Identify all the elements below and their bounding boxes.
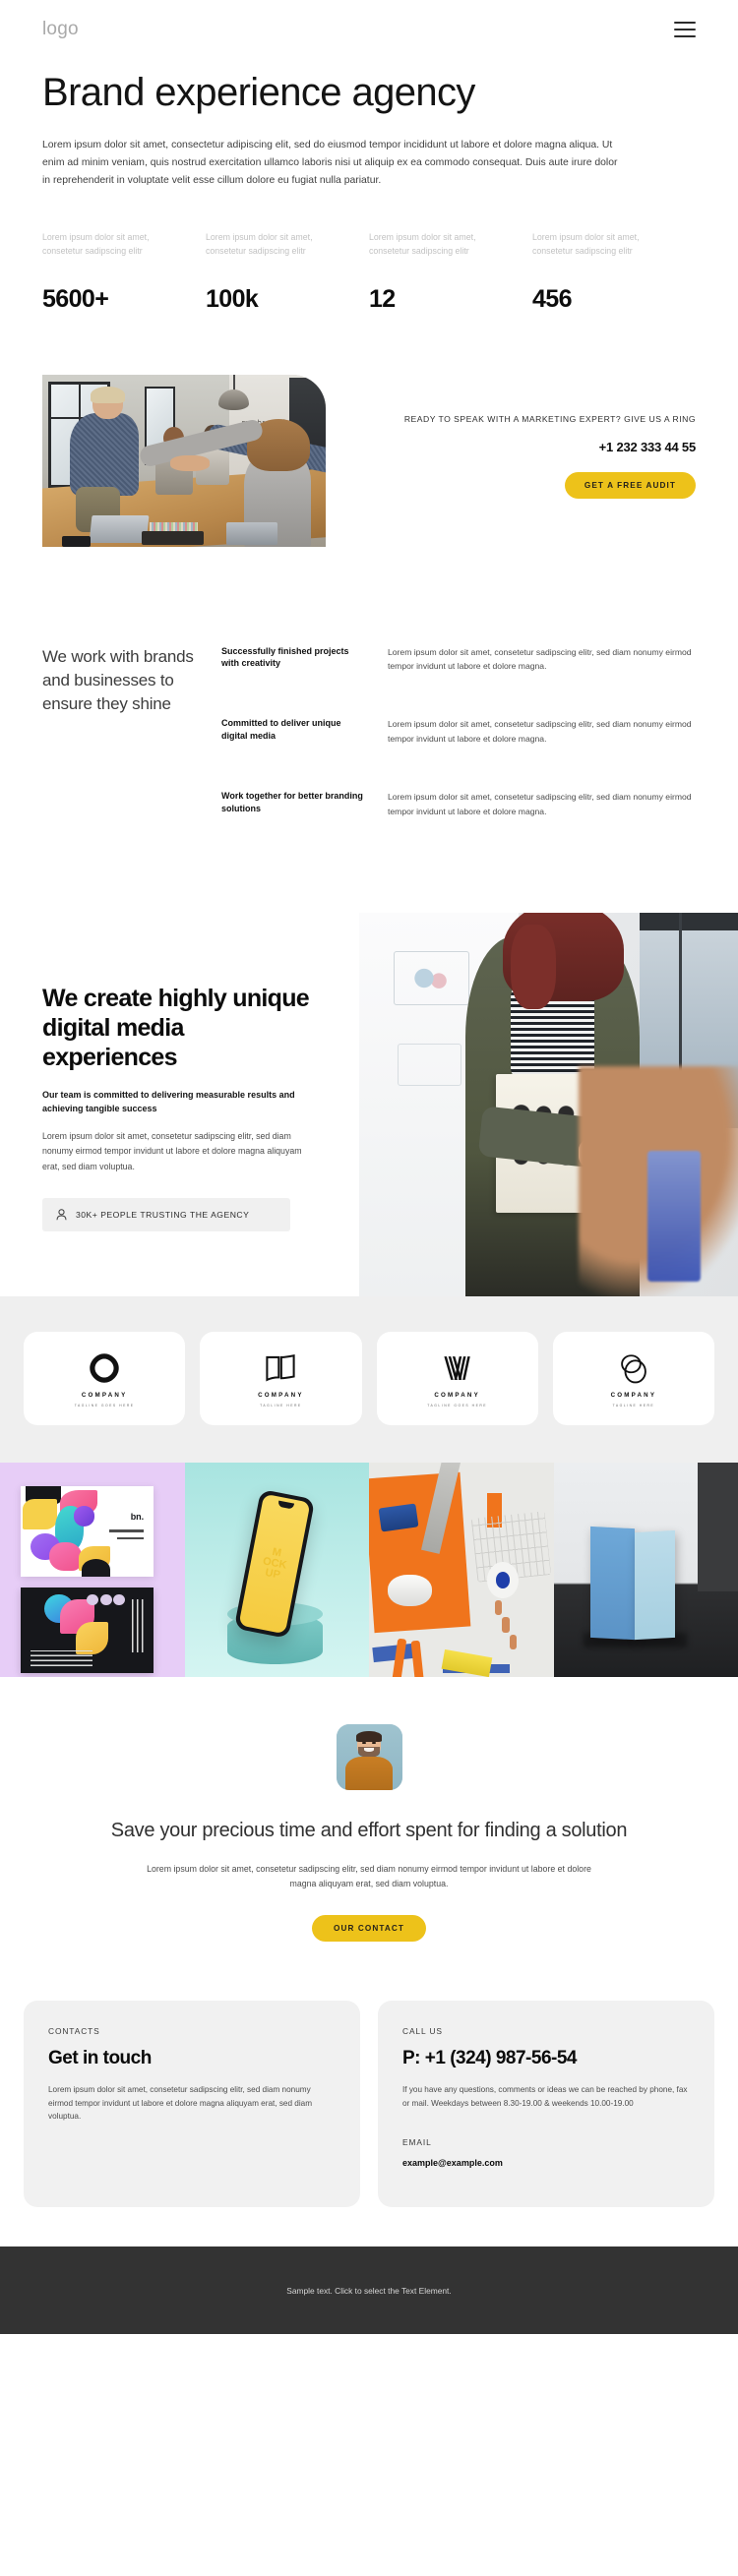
call-us-eyebrow: CALL US	[402, 2026, 443, 2037]
footer-bar: Sample text. Click to select the Text El…	[0, 2247, 738, 2335]
stat-number: 12	[369, 284, 396, 313]
logo-company-name: COMPANY	[81, 1392, 128, 1400]
handshake-meeting-photo: mashroomó	[42, 374, 326, 547]
portfolio-gallery: bn. M OCK UP	[0, 1463, 738, 1678]
email-eyebrow: EMAIL	[402, 2137, 432, 2148]
contacts-title: Get in touch	[48, 2048, 152, 2069]
gallery-item-phone-mockup[interactable]: M OCK UP	[184, 1463, 369, 1678]
stat-item: Lorem ipsum dolor sit amet, consetetur s…	[42, 231, 206, 313]
call-us-phone[interactable]: P: +1 (324) 987-56-54	[402, 2048, 690, 2069]
landing-page: logo Brand experience agency Lorem ipsum…	[0, 0, 738, 2335]
get-free-audit-button[interactable]: GET A FREE AUDIT	[564, 472, 696, 500]
stats-row: Lorem ipsum dolor sit amet, consetetur s…	[0, 190, 738, 313]
work-with-item-description: Lorem ipsum dolor sit amet, consetetur s…	[388, 719, 692, 744]
footer-text[interactable]: Sample text. Click to select the Text El…	[286, 2286, 451, 2296]
people-trusting-badge[interactable]: 30K+ PEOPLE TRUSTING THE AGENCY	[42, 1197, 290, 1231]
overlapping-circles-logo-icon	[617, 1349, 650, 1387]
work-with-item-description: Lorem ipsum dolor sit amet, consetetur s…	[388, 791, 692, 816]
logo[interactable]: logo	[42, 19, 79, 40]
hero-section: Brand experience agency Lorem ipsum dolo…	[0, 59, 738, 190]
save-body-text: Lorem ipsum dolor sit amet, consetetur s…	[147, 1863, 591, 1889]
create-heading: We create highly unique digital media ex…	[42, 985, 310, 1072]
stat-caption: Lorem ipsum dolor sit amet, consetetur s…	[369, 232, 476, 257]
work-with-item: Committed to deliver unique digital medi…	[221, 717, 696, 747]
page-title: Brand experience agency	[42, 71, 475, 114]
work-with-items: Successfully finished projects with crea…	[205, 645, 696, 819]
logo-card[interactable]: COMPANY TAGLINE GOES HERE	[24, 1332, 186, 1426]
hero-lead-text: Lorem ipsum dolor sit amet, consectetur …	[42, 139, 618, 187]
work-with-item: Work together for better branding soluti…	[221, 790, 696, 819]
open-book-logo-icon	[264, 1349, 297, 1387]
stat-item: Lorem ipsum dolor sit amet, consetetur s…	[369, 231, 532, 313]
logo-tagline: TAGLINE GOES HERE	[427, 1404, 488, 1408]
striped-v-logo-icon	[441, 1349, 474, 1387]
save-time-section: Save your precious time and effort spent…	[0, 1677, 738, 2001]
work-with-heading-wrap: We work with brands and businesses to en…	[42, 645, 205, 819]
gallery-item-brand-cards[interactable]: bn.	[0, 1463, 185, 1678]
cta-text-block: READY TO SPEAK WITH A MARKETING EXPERT? …	[326, 375, 696, 500]
stat-caption: Lorem ipsum dolor sit amet, consetetur s…	[532, 232, 640, 257]
cta-phone-number[interactable]: +1 232 333 44 55	[359, 440, 697, 454]
logo-card[interactable]: COMPANY TAGLINE GOES HERE	[376, 1332, 538, 1426]
work-with-item-title: Committed to deliver unique digital medi…	[221, 718, 341, 741]
work-with-section: We work with brands and businesses to en…	[0, 547, 738, 819]
stat-number: 5600+	[42, 284, 109, 313]
site-header: logo	[0, 0, 738, 59]
client-logos-section: COMPANY TAGLINE GOES HERE COMPANY TAGLIN…	[0, 1296, 738, 1464]
work-with-item-title: Work together for better branding soluti…	[221, 790, 363, 813]
work-with-item-title: Successfully finished projects with crea…	[221, 645, 349, 669]
logo-tagline: TAGLINE GOES HERE	[74, 1404, 135, 1408]
stat-caption: Lorem ipsum dolor sit amet, consetetur s…	[42, 232, 150, 257]
work-with-item-description: Lorem ipsum dolor sit amet, consetetur s…	[388, 646, 692, 672]
stat-caption: Lorem ipsum dolor sit amet, consetetur s…	[206, 232, 313, 257]
logo-tagline: TAGLINE HERE	[260, 1404, 302, 1408]
call-us-card: CALL US P: +1 (324) 987-56-54 If you hav…	[378, 2001, 714, 2208]
create-body-text: Lorem ipsum dolor sit amet, consetetur s…	[42, 1131, 302, 1171]
create-section: We create highly unique digital media ex…	[0, 913, 738, 1297]
email-address[interactable]: example@example.com	[402, 2158, 690, 2168]
cta-row: mashroomó	[0, 314, 738, 547]
logo-company-name: COMPANY	[258, 1392, 304, 1400]
create-text-column: We create highly unique digital media ex…	[0, 913, 359, 1296]
logo-company-name: COMPANY	[434, 1392, 480, 1400]
stat-number: 100k	[206, 284, 259, 313]
our-contact-button[interactable]: OUR CONTACT	[312, 1915, 426, 1943]
logo-card[interactable]: COMPANY TAGLINE HERE	[552, 1332, 714, 1426]
designer-sketchbook-photo	[359, 913, 738, 1297]
work-with-heading: We work with brands and businesses to en…	[42, 646, 194, 713]
avatar	[336, 1724, 402, 1791]
oval-knot-logo-icon	[88, 1349, 121, 1387]
cta-kicker: READY TO SPEAK WITH A MARKETING EXPERT? …	[403, 413, 696, 424]
contacts-eyebrow: CONTACTS	[48, 2026, 100, 2037]
stat-number: 456	[532, 284, 573, 313]
stat-item: Lorem ipsum dolor sit amet, consetetur s…	[532, 231, 696, 313]
gallery-item-paper-cards[interactable]	[553, 1463, 738, 1678]
hamburger-menu-icon[interactable]	[674, 22, 696, 37]
logo-tagline: TAGLINE HERE	[612, 1404, 655, 1408]
logo-card[interactable]: COMPANY TAGLINE HERE	[200, 1332, 362, 1426]
logo-company-name: COMPANY	[610, 1392, 657, 1400]
gallery-brand-text: bn.	[130, 1511, 145, 1522]
people-trusting-label: 30K+ PEOPLE TRUSTING THE AGENCY	[76, 1209, 250, 1220]
contact-section: CONTACTS Get in touch Lorem ipsum dolor …	[0, 2001, 738, 2247]
create-subheading: Our team is committed to delivering meas…	[42, 1090, 295, 1113]
call-us-text: If you have any questions, comments or i…	[402, 2085, 688, 2108]
contacts-card: CONTACTS Get in touch Lorem ipsum dolor …	[24, 2001, 360, 2208]
work-with-item: Successfully finished projects with crea…	[221, 645, 696, 675]
person-icon	[56, 1208, 67, 1220]
save-heading: Save your precious time and effort spent…	[110, 1820, 628, 1842]
gallery-item-desk-flatlay[interactable]	[369, 1463, 554, 1678]
contacts-text: Lorem ipsum dolor sit amet, consetetur s…	[48, 2085, 313, 2122]
stat-item: Lorem ipsum dolor sit amet, consetetur s…	[206, 231, 369, 313]
